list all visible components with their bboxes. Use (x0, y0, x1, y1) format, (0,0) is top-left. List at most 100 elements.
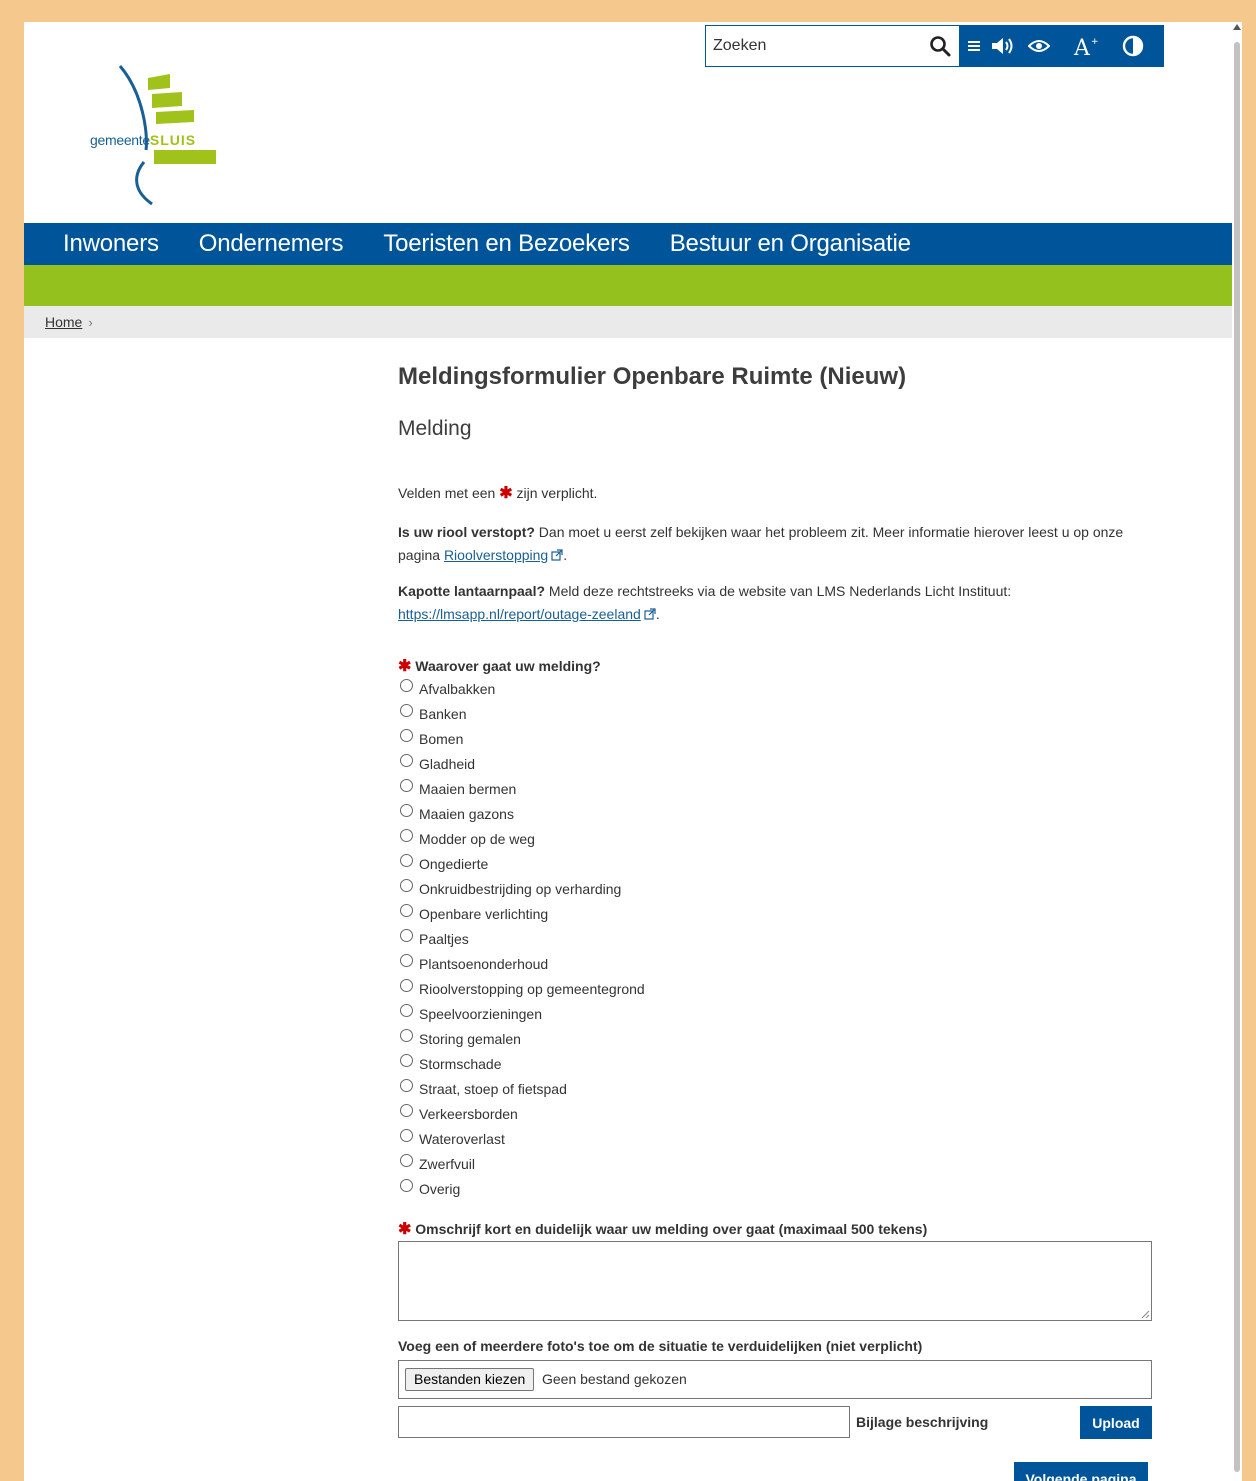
radio-label[interactable]: Banken (419, 706, 466, 722)
radio-option[interactable]: Zwerfvuil (400, 1151, 645, 1176)
radio-label[interactable]: Rioolverstopping op gemeentegrond (419, 981, 645, 997)
radio-label[interactable]: Maaien gazons (419, 806, 514, 822)
eye-icon[interactable] (1024, 25, 1054, 67)
next-page-button[interactable]: Volgende pagina (1014, 1462, 1148, 1481)
nav-item-ondernemers[interactable]: Ondernemers (179, 223, 364, 265)
radio-option[interactable]: Onkruidbestrijding op verharding (400, 876, 645, 901)
radio-option[interactable]: Afvalbakken (400, 676, 645, 701)
radio-option[interactable]: Overig (400, 1176, 645, 1201)
menu-icon[interactable] (964, 25, 984, 67)
radio-button[interactable] (400, 679, 413, 692)
radio-button[interactable] (400, 1004, 413, 1017)
radio-label[interactable]: Plantsoenonderhoud (419, 956, 548, 972)
radio-button[interactable] (400, 979, 413, 992)
breadcrumb: Home › (24, 306, 1232, 338)
radio-button[interactable] (400, 954, 413, 967)
breadcrumb-home-link[interactable]: Home (45, 314, 82, 330)
radio-button[interactable] (400, 754, 413, 767)
upload-button[interactable]: Upload (1080, 1406, 1152, 1439)
radio-button[interactable] (400, 1079, 413, 1092)
radio-label[interactable]: Ongedierte (419, 856, 488, 872)
choose-files-button[interactable]: Bestanden kiezen (405, 1368, 535, 1391)
radio-label[interactable]: Paaltjes (419, 931, 469, 947)
nav-item-bestuur[interactable]: Bestuur en Organisatie (650, 223, 931, 265)
radio-label[interactable]: Overig (419, 1181, 460, 1197)
riool-end: . (563, 547, 568, 563)
radio-button[interactable] (400, 1054, 413, 1067)
search-input[interactable] (706, 26, 921, 66)
lantaarn-text: Meld deze rechtstreeks via de website va… (548, 583, 1012, 599)
radio-option[interactable]: Wateroverlast (400, 1126, 645, 1151)
nav-item-toeristen[interactable]: Toeristen en Bezoekers (363, 223, 649, 265)
radio-label[interactable]: Modder op de weg (419, 831, 535, 847)
radio-option[interactable]: Verkeersborden (400, 1101, 645, 1126)
svg-text:A: A (1073, 36, 1091, 58)
radio-option[interactable]: Gladheid (400, 751, 645, 776)
attachment-description-label: Bijlage beschrijving (856, 1414, 989, 1430)
riool-heading: Is uw riool verstopt? (398, 524, 535, 540)
radio-option[interactable]: Stormschade (400, 1051, 645, 1076)
description-label: ✱ Omschrijf kort en duidelijk waar uw me… (398, 1219, 927, 1239)
search-icon[interactable] (929, 35, 951, 57)
radio-label[interactable]: Stormschade (419, 1056, 501, 1072)
svg-text:+: + (1091, 37, 1099, 47)
radio-option[interactable]: Modder op de weg (400, 826, 645, 851)
radio-label[interactable]: Straat, stoep of fietspad (419, 1081, 567, 1097)
radio-label[interactable]: Zwerfvuil (419, 1156, 475, 1172)
page-title: Meldingsformulier Openbare Ruimte (Nieuw… (398, 363, 907, 390)
scrollbar[interactable] (1232, 22, 1242, 1481)
speaker-icon[interactable] (988, 25, 1018, 67)
radio-option[interactable]: Plantsoenonderhoud (400, 951, 645, 976)
radio-label[interactable]: Storing gemalen (419, 1031, 521, 1047)
description-textarea[interactable] (398, 1241, 1152, 1321)
radio-button[interactable] (400, 1029, 413, 1042)
radio-button[interactable] (400, 1179, 413, 1192)
radio-button[interactable] (400, 904, 413, 917)
radio-option[interactable]: Openbare verlichting (400, 901, 645, 926)
lmsapp-link[interactable]: https://lmsapp.nl/report/outage-zeeland (398, 606, 641, 622)
radio-button[interactable] (400, 829, 413, 842)
radio-button[interactable] (400, 854, 413, 867)
radio-button[interactable] (400, 1129, 413, 1142)
radio-label[interactable]: Wateroverlast (419, 1131, 505, 1147)
radio-label[interactable]: Afvalbakken (419, 681, 495, 697)
radio-button[interactable] (400, 704, 413, 717)
radio-option[interactable]: Ongedierte (400, 851, 645, 876)
text-size-icon[interactable]: A + (1070, 25, 1102, 67)
radio-option[interactable]: Bomen (400, 726, 645, 751)
radio-button[interactable] (400, 929, 413, 942)
resize-handle-icon[interactable] (1140, 1309, 1150, 1319)
radio-option[interactable]: Maaien bermen (400, 776, 645, 801)
radio-button[interactable] (400, 804, 413, 817)
radio-option[interactable]: Speelvoorzieningen (400, 1001, 645, 1026)
riool-info: Is uw riool verstopt? Dan moet u eerst z… (398, 521, 1158, 567)
radio-option[interactable]: Maaien gazons (400, 801, 645, 826)
category-radio-group: Afvalbakken Banken Bomen Gladheid Maaien… (400, 676, 645, 1201)
nav-item-inwoners[interactable]: Inwoners (24, 223, 179, 265)
contrast-icon[interactable] (1116, 25, 1150, 67)
radio-label[interactable]: Onkruidbestrijding op verharding (419, 881, 621, 897)
radio-label[interactable]: Verkeersborden (419, 1106, 518, 1122)
radio-button[interactable] (400, 729, 413, 742)
radio-option[interactable]: Rioolverstopping op gemeentegrond (400, 976, 645, 1001)
radio-button[interactable] (400, 779, 413, 792)
radio-option[interactable]: Straat, stoep of fietspad (400, 1076, 645, 1101)
radio-option[interactable]: Paaltjes (400, 926, 645, 951)
radio-option[interactable]: Storing gemalen (400, 1026, 645, 1051)
scrollbar-thumb[interactable] (1234, 42, 1240, 1472)
required-mark: ✱ (499, 485, 513, 502)
radio-button[interactable] (400, 879, 413, 892)
radio-label[interactable]: Openbare verlichting (419, 906, 548, 922)
radio-label[interactable]: Maaien bermen (419, 781, 516, 797)
attachment-description-input[interactable] (398, 1406, 850, 1438)
required-mark: ✱ (398, 658, 412, 675)
radio-label[interactable]: Gladheid (419, 756, 475, 772)
radio-option[interactable]: Banken (400, 701, 645, 726)
scroll-up-icon[interactable] (1233, 24, 1241, 30)
radio-button[interactable] (400, 1104, 413, 1117)
radio-label[interactable]: Speelvoorzieningen (419, 1006, 542, 1022)
radio-button[interactable] (400, 1154, 413, 1167)
rioolverstopping-link[interactable]: Rioolverstopping (444, 547, 548, 563)
radio-label[interactable]: Bomen (419, 731, 463, 747)
logo-prefix: gemeente (90, 132, 150, 148)
